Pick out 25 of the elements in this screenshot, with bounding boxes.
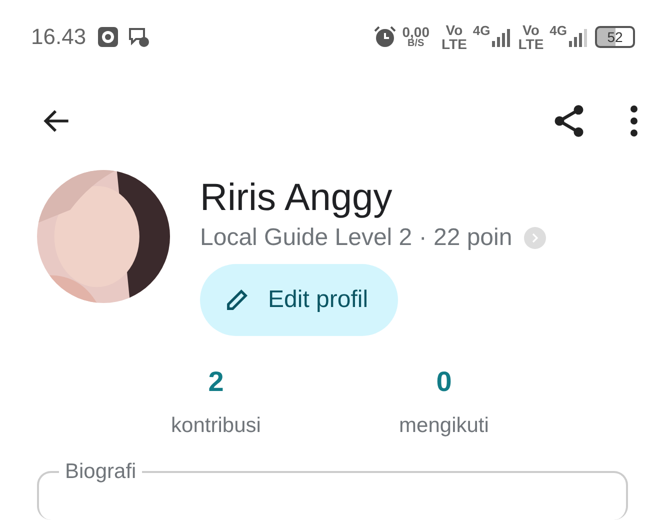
speed-unit: B/S xyxy=(408,38,424,49)
network-label: 4G xyxy=(472,23,490,38)
stat-label: mengikuti xyxy=(399,414,489,438)
bio-label: Biografi xyxy=(64,460,138,484)
signal-icon xyxy=(492,26,512,47)
alarm-icon xyxy=(374,26,396,48)
chat-icon xyxy=(128,26,150,47)
local-guide-level: Local Guide Level 2 · 22 poin xyxy=(200,224,512,252)
stat-label: kontribusi xyxy=(171,414,261,438)
more-options-button[interactable] xyxy=(628,104,640,138)
stat-value: 2 xyxy=(208,366,224,398)
profile-name: Riris Anggy xyxy=(200,176,392,222)
network-label: 4G xyxy=(550,23,567,38)
speed-value: 0,00 xyxy=(402,24,430,39)
stat-value: 0 xyxy=(436,366,452,398)
status-time: 16.43 xyxy=(31,24,86,50)
volte-label: Vo xyxy=(522,22,540,37)
edit-profile-button[interactable]: Edit profil xyxy=(200,264,398,336)
screen-record-icon xyxy=(98,26,118,47)
volte-label: Vo xyxy=(446,22,463,37)
lte-label: LTE xyxy=(518,36,544,51)
signal-icon xyxy=(569,26,589,47)
bio-field[interactable]: Biografi xyxy=(37,460,628,520)
lte-label: LTE xyxy=(442,36,467,51)
battery-icon: 52 xyxy=(595,26,635,48)
